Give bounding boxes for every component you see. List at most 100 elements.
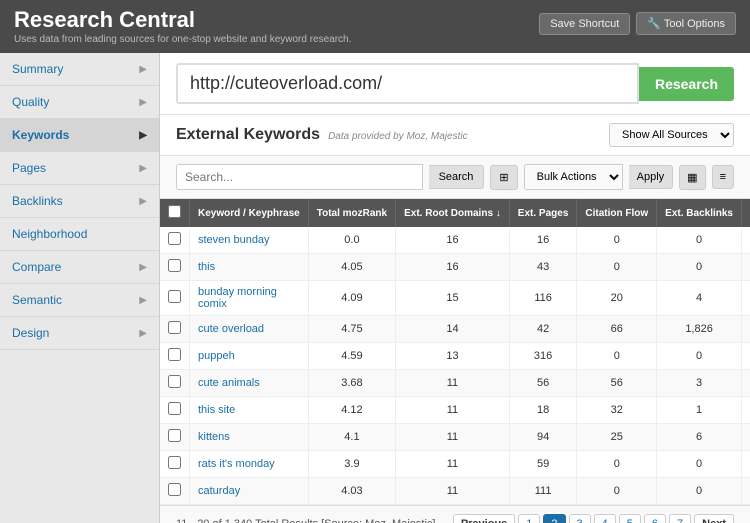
search-button[interactable]: Search (429, 165, 485, 189)
keyword-link[interactable]: this (198, 261, 215, 273)
apply-button[interactable]: Apply (629, 165, 674, 189)
ext_pages-cell: 94 (509, 424, 577, 451)
search-input[interactable] (176, 164, 423, 190)
row-checkbox[interactable] (168, 259, 181, 272)
col-header-ext_backlinks[interactable]: Ext. Backlinks (657, 199, 742, 227)
table-row: caturday4.0311111000⚙ (160, 478, 750, 505)
col-header-citation[interactable]: Citation Flow (577, 199, 657, 227)
col-header-ref_domains[interactable]: Ref. Domains (741, 199, 750, 227)
row-checkbox[interactable] (168, 321, 181, 334)
table-header-row: Keyword / KeyphraseTotal mozRankExt. Roo… (160, 199, 750, 227)
ref_domains-cell: 2 (741, 281, 750, 316)
ext_root-cell: 11 (396, 478, 510, 505)
row-checkbox-cell (160, 316, 190, 343)
ref_domains-cell: 1 (741, 397, 750, 424)
ext_backlinks-cell: 0 (657, 227, 742, 254)
source-select[interactable]: Show All SourcesMozMajestic (609, 123, 734, 147)
sidebar-item-pages[interactable]: Pages ▶ (0, 152, 159, 185)
citation-cell: 0 (577, 254, 657, 281)
ext_pages-cell: 43 (509, 254, 577, 281)
ext_pages-cell: 116 (509, 281, 577, 316)
app-title: Research Central (14, 8, 351, 32)
citation-cell: 0 (577, 478, 657, 505)
col-header-ext_pages[interactable]: Ext. Pages (509, 199, 577, 227)
sidebar-item-label: Semantic (12, 293, 62, 307)
row-checkbox[interactable] (168, 402, 181, 415)
row-checkbox-cell (160, 370, 190, 397)
keyword-link[interactable]: this site (198, 404, 235, 416)
tool-options-button[interactable]: 🔧 Tool Options (636, 12, 736, 35)
keyword-link[interactable]: cute animals (198, 377, 260, 389)
ext_backlinks-cell: 3 (657, 370, 742, 397)
app-header: Research Central Uses data from leading … (0, 0, 750, 53)
sidebar-item-semantic[interactable]: Semantic▶ (0, 284, 159, 317)
ext_pages-cell: 42 (509, 316, 577, 343)
columns-button[interactable]: ⊞ (490, 165, 517, 190)
sidebar-item-label: Pages (12, 161, 46, 175)
row-checkbox[interactable] (168, 483, 181, 496)
sidebar-item-backlinks[interactable]: Backlinks▶ (0, 185, 159, 218)
row-checkbox-cell (160, 343, 190, 370)
ext_pages-cell: 59 (509, 451, 577, 478)
mozrank-cell: 4.59 (308, 343, 395, 370)
row-checkbox-cell (160, 281, 190, 316)
keyword-link[interactable]: rats it's monday (198, 458, 275, 470)
mozrank-cell: 3.9 (308, 451, 395, 478)
mozrank-cell: 3.68 (308, 370, 395, 397)
row-checkbox[interactable] (168, 290, 181, 303)
keyword-link[interactable]: puppeh (198, 350, 235, 362)
sidebar-item-label: Quality (12, 95, 49, 109)
keyword-link[interactable]: cute overload (198, 323, 264, 335)
ref_domains-cell: 0 (741, 254, 750, 281)
save-shortcut-button[interactable]: Save Shortcut (539, 13, 630, 35)
col-header-mozrank[interactable]: Total mozRank (308, 199, 395, 227)
row-checkbox[interactable] (168, 348, 181, 361)
table-body: steven bunday0.01616000⚙this4.051643000⚙… (160, 227, 750, 505)
ref_domains-cell: 0 (741, 451, 750, 478)
table-footer: 11 - 20 of 1,340 Total Results [Source: … (160, 505, 750, 523)
bulk-actions-select[interactable]: Bulk Actions (524, 164, 623, 190)
table-row: this site4.1211183211⚙ (160, 397, 750, 424)
sidebar-item-summary[interactable]: Summary▶ (0, 53, 159, 86)
keyword-link[interactable]: caturday (198, 485, 240, 497)
ext_root-cell: 13 (396, 343, 510, 370)
keyword-link[interactable]: bunday morning comix (198, 286, 277, 310)
ext_pages-cell: 16 (509, 227, 577, 254)
results-info: 11 - 20 of 1,340 Total Results [Source: … (176, 518, 435, 523)
citation-cell: 0 (577, 343, 657, 370)
row-checkbox[interactable] (168, 456, 181, 469)
sidebar-item-design[interactable]: Design▶ (0, 317, 159, 350)
col-header-keyword[interactable]: Keyword / Keyphrase (190, 199, 309, 227)
row-checkbox[interactable] (168, 429, 181, 442)
sidebar-item-label: Neighborhood (12, 227, 87, 241)
sidebar-item-keywords[interactable]: Keywords▶ (0, 119, 159, 152)
keyword-link[interactable]: kittens (198, 431, 230, 443)
keyword-cell: caturday (190, 478, 309, 505)
list-view-button[interactable]: ≡ (712, 165, 734, 189)
header-buttons: Save Shortcut 🔧 Tool Options (539, 12, 736, 35)
row-checkbox[interactable] (168, 232, 181, 245)
sidebar-item-compare[interactable]: Compare▶ (0, 251, 159, 284)
select-all-checkbox[interactable] (168, 205, 181, 218)
table-row: cute overload4.751442661,826363⚙ (160, 316, 750, 343)
keyword-cell: cute animals (190, 370, 309, 397)
research-button[interactable]: Research (639, 67, 734, 101)
mozrank-cell: 4.1 (308, 424, 395, 451)
table-header: Keyword / KeyphraseTotal mozRankExt. Roo… (160, 199, 750, 227)
app-subtitle: Uses data from leading sources for one-s… (14, 34, 351, 45)
row-checkbox[interactable] (168, 375, 181, 388)
ext_backlinks-cell: 0 (657, 254, 742, 281)
keyword-link[interactable]: steven bunday (198, 234, 270, 246)
header-title-block: Research Central Uses data from leading … (14, 8, 351, 45)
col-header-ext_root[interactable]: Ext. Root Domains ↓ (396, 199, 510, 227)
main-layout: Summary▶Quality▶Keywords▶ Pages ▶ Backlinks… (0, 53, 750, 523)
ext_pages-cell: 56 (509, 370, 577, 397)
url-input[interactable] (176, 63, 639, 104)
chevron-icon: ▶ (139, 163, 147, 174)
sidebar-item-neighborhood[interactable]: Neighborhood (0, 218, 159, 251)
sidebar-item-quality[interactable]: Quality▶ (0, 86, 159, 119)
grid-view-button[interactable]: ▦ (679, 165, 705, 190)
mozrank-cell: 4.09 (308, 281, 395, 316)
ext_root-cell: 11 (396, 451, 510, 478)
ext_backlinks-cell: 6 (657, 424, 742, 451)
